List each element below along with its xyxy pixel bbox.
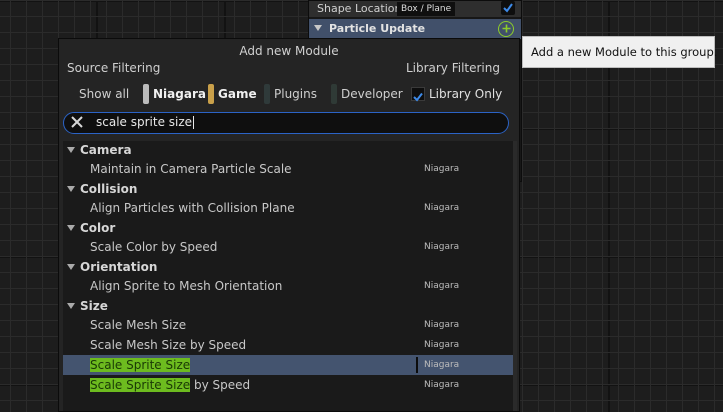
results-list: Camera Maintain in Camera Particle Scale… xyxy=(63,141,513,411)
clear-search-glyph xyxy=(71,116,83,128)
module-library: Niagara xyxy=(424,340,460,350)
search-match-highlight: Scale Sprite Size xyxy=(90,378,191,392)
module-library: Niagara xyxy=(424,242,460,252)
category-color[interactable]: Color xyxy=(63,219,513,237)
filter-game[interactable]: Game xyxy=(208,84,257,104)
module-name-rest: by Speed xyxy=(190,378,251,392)
checkmark-icon xyxy=(413,92,423,102)
module-library: Niagara xyxy=(424,360,460,370)
filter-label: Developer xyxy=(341,87,403,101)
list-item-selected[interactable]: Scale Sprite Size Niagara xyxy=(63,355,513,375)
chevron-down-icon[interactable] xyxy=(67,264,75,270)
search-text: scale sprite size xyxy=(96,113,195,132)
filter-niagara[interactable]: Niagara xyxy=(143,84,206,104)
search-input[interactable]: scale sprite size xyxy=(63,112,509,134)
chevron-down-icon[interactable] xyxy=(67,303,75,309)
list-item[interactable]: Align Particles with Collision Plane Nia… xyxy=(63,198,513,218)
popup-title: Add new Module xyxy=(239,44,339,58)
module-library: Niagara xyxy=(424,281,460,291)
add-module-button[interactable] xyxy=(498,21,514,37)
shape-location-value[interactable]: Box / Plane xyxy=(397,2,456,16)
list-item[interactable]: Align Sprite to Mesh Orientation Niagara xyxy=(63,276,513,296)
filter-color-swatch xyxy=(143,84,149,104)
module-library: Niagara xyxy=(424,164,460,174)
module-name: Scale Sprite Size by Speed xyxy=(90,375,250,395)
tooltip: Add a new Module to this group. xyxy=(522,36,717,68)
category-camera[interactable]: Camera xyxy=(63,141,513,159)
category-orientation[interactable]: Orientation xyxy=(63,258,513,276)
add-module-popup: Add new Module Source Filtering Library … xyxy=(58,38,520,412)
filter-label: Niagara xyxy=(153,87,206,101)
module-name: Scale Mesh Size xyxy=(90,318,187,332)
category-label: Color xyxy=(80,221,116,235)
category-label: Camera xyxy=(80,143,132,157)
module-library: Niagara xyxy=(424,320,460,330)
search-value: scale sprite size xyxy=(96,115,193,129)
chevron-down-icon[interactable] xyxy=(67,225,75,231)
results-scrollbar[interactable] xyxy=(513,141,517,411)
particle-update-title: Particle Update xyxy=(329,22,426,35)
filter-plugins[interactable]: Plugins xyxy=(264,84,324,104)
library-only-label[interactable]: Library Only xyxy=(429,84,502,104)
module-library: Niagara xyxy=(424,380,460,390)
filter-color-swatch xyxy=(264,84,270,104)
category-size[interactable]: Size xyxy=(63,297,513,315)
category-label: Orientation xyxy=(80,260,158,274)
module-name: Align Particles with Collision Plane xyxy=(90,201,295,215)
filter-label: Game xyxy=(218,87,257,101)
filter-developer[interactable]: Developer xyxy=(331,84,403,104)
module-name: Scale Color by Speed xyxy=(90,240,218,254)
category-label: Collision xyxy=(80,182,138,196)
module-name: Scale Mesh Size by Speed xyxy=(90,338,247,352)
source-filtering-label: Source Filtering xyxy=(67,61,161,75)
library-filtering-label: Library Filtering xyxy=(405,61,500,75)
column-divider xyxy=(416,357,418,373)
list-item[interactable]: Maintain in Camera Particle Scale Niagar… xyxy=(63,159,513,179)
checkmark-icon xyxy=(503,3,513,13)
chevron-down-icon[interactable] xyxy=(314,25,322,31)
show-all-button[interactable]: Show all xyxy=(79,84,129,104)
filter-color-swatch xyxy=(331,84,337,104)
close-icon[interactable] xyxy=(70,115,84,129)
particle-update-header[interactable]: Particle Update xyxy=(309,19,521,39)
category-label: Size xyxy=(80,299,108,313)
module-name: Maintain in Camera Particle Scale xyxy=(90,162,292,176)
chevron-down-icon[interactable] xyxy=(67,147,75,153)
text-caret xyxy=(193,116,195,129)
module-name: Scale Sprite Size xyxy=(90,355,191,375)
list-item[interactable]: Scale Mesh Size Niagara xyxy=(63,315,513,335)
filter-label: Plugins xyxy=(274,87,317,101)
search-match-highlight: Scale Sprite Size xyxy=(90,358,191,372)
shape-location-checkbox[interactable] xyxy=(501,1,515,15)
shape-location-row: Shape Location Box / Plane xyxy=(309,1,521,17)
list-item[interactable]: Scale Color by Speed Niagara xyxy=(63,237,513,257)
module-name: Align Sprite to Mesh Orientation xyxy=(90,279,283,293)
shape-location-label: Shape Location xyxy=(317,2,402,15)
chevron-down-icon[interactable] xyxy=(67,186,75,192)
list-item[interactable]: Scale Mesh Size by Speed Niagara xyxy=(63,335,513,355)
category-collision[interactable]: Collision xyxy=(63,180,513,198)
library-only-checkbox[interactable] xyxy=(411,87,425,102)
plus-circle-icon xyxy=(502,24,510,33)
module-library: Niagara xyxy=(424,203,460,213)
filter-color-swatch xyxy=(208,84,214,104)
list-item[interactable]: Scale Sprite Size by Speed Niagara xyxy=(63,375,513,395)
